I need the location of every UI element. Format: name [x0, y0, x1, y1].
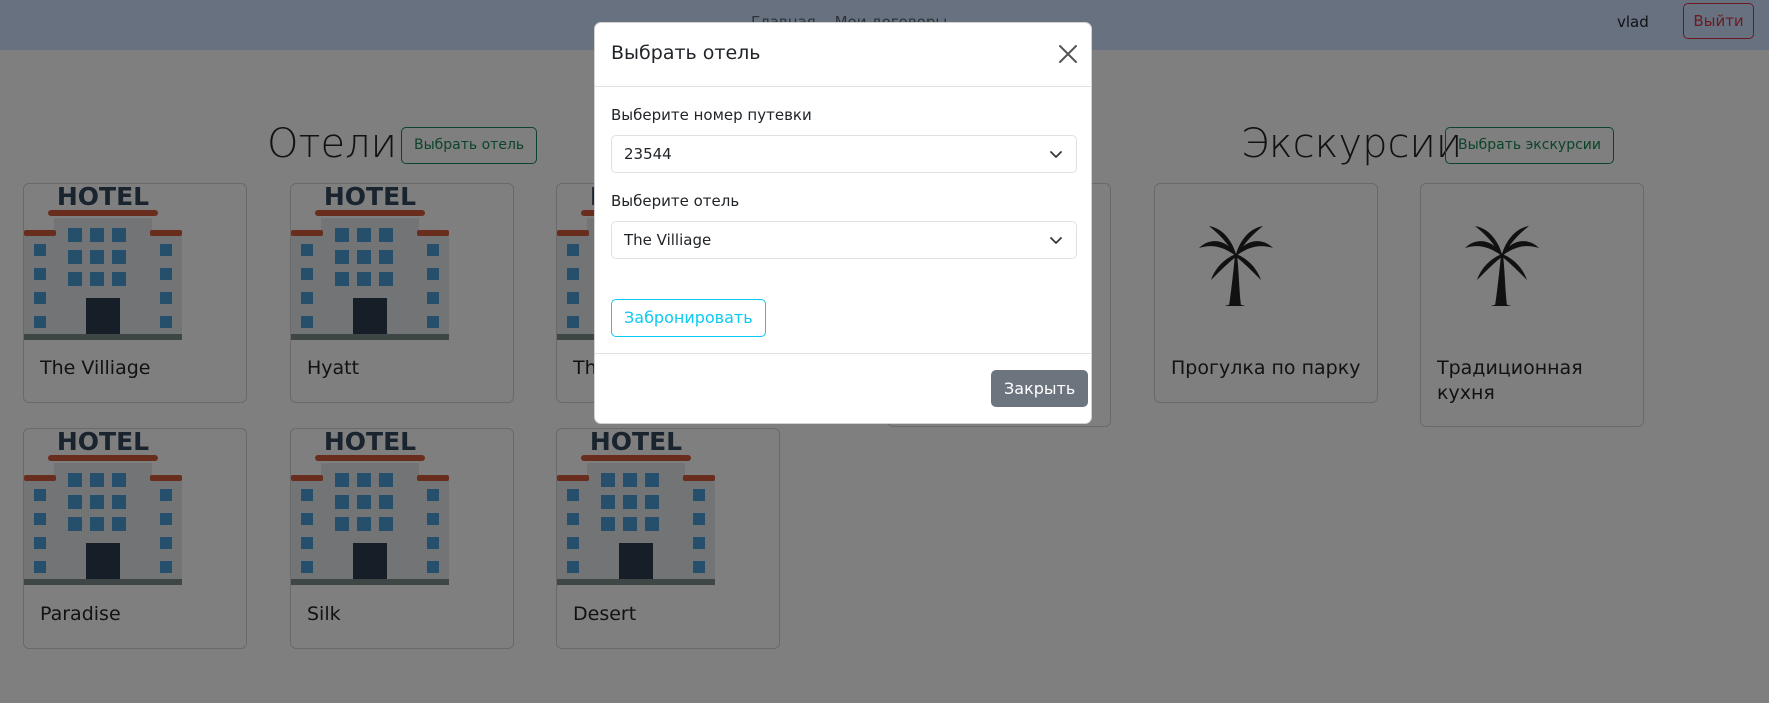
- modal-header: Выбрать отель: [595, 23, 1091, 87]
- hotel-label: Выберите отель: [611, 192, 740, 210]
- hotel-select[interactable]: The Villiage: [611, 221, 1077, 259]
- voucher-select-value: 23544: [624, 145, 672, 163]
- voucher-select[interactable]: 23544: [611, 135, 1077, 173]
- chevron-down-icon: [1050, 151, 1062, 158]
- choose-hotel-modal: Выбрать отель Выберите номер путевки 235…: [594, 22, 1092, 424]
- book-button[interactable]: Забронировать: [611, 299, 766, 337]
- modal-title: Выбрать отель: [611, 42, 761, 64]
- chevron-down-icon: [1050, 237, 1062, 244]
- voucher-label: Выберите номер путевки: [611, 106, 812, 124]
- hotel-select-value: The Villiage: [624, 231, 712, 249]
- close-icon[interactable]: [1057, 43, 1079, 65]
- modal-footer: Закрыть: [595, 353, 1091, 425]
- close-modal-button[interactable]: Закрыть: [991, 370, 1089, 407]
